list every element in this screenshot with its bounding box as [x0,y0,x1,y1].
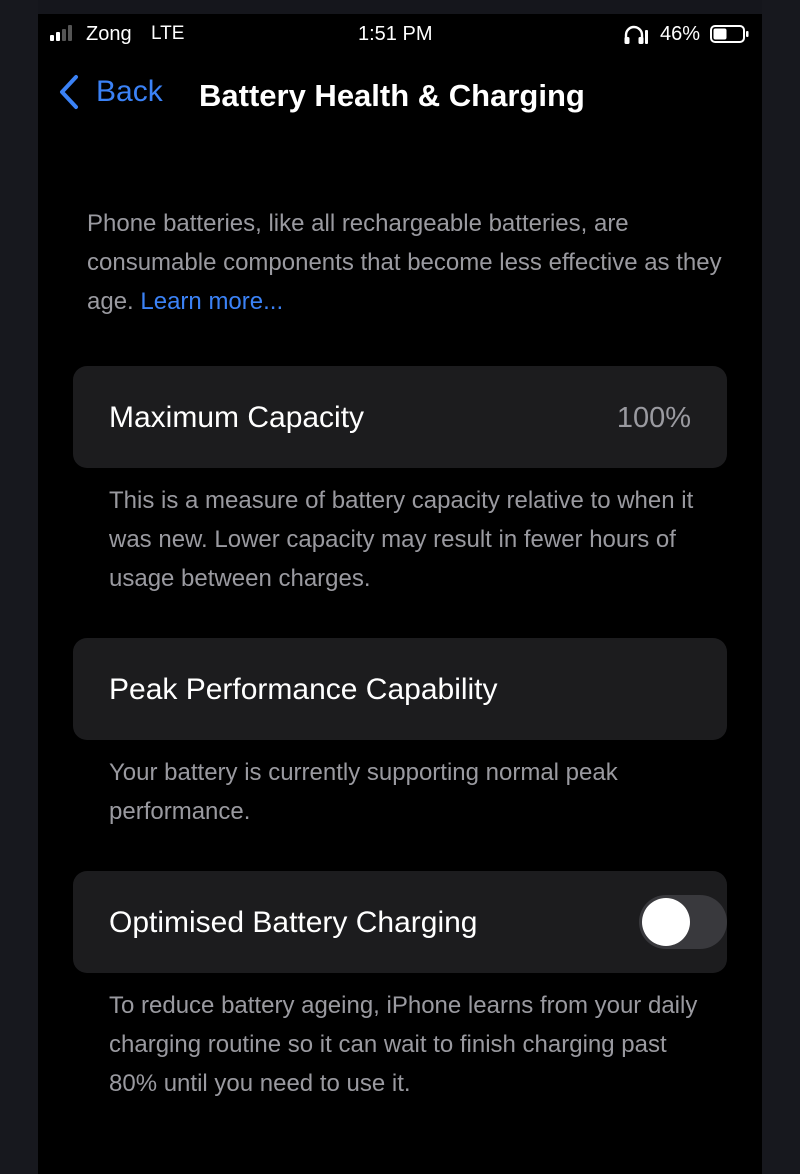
peak-performance-label: Peak Performance Capability [109,673,498,706]
optimised-charging-label: Optimised Battery Charging [109,906,478,939]
back-button-label: Back [96,75,163,108]
optimised-charging-toggle[interactable] [639,895,727,949]
page-title: Battery Health & Charging [199,78,585,113]
peak-performance-description: Your battery is currently supporting nor… [109,759,618,825]
battery-percentage: 46% [660,23,701,45]
headphone-icon [624,25,648,44]
status-bar: Zong LTE 1:51 PM 46% [38,14,762,56]
right-margin [762,0,800,1174]
battery-icon [710,25,749,43]
signal-icon [50,25,76,41]
learn-more-link[interactable]: Learn more... [140,288,283,315]
maximum-capacity-value: 100% [616,402,691,434]
optimised-charging-description: To reduce battery ageing, iPhone learns … [109,992,698,1097]
left-margin [0,0,38,1174]
navigation-bar: Back Battery Health & Charging [38,66,762,116]
carrier-name: Zong [86,23,132,45]
maximum-capacity-label: Maximum Capacity [109,401,365,434]
toggle-knob [642,898,690,946]
maximum-capacity-description: This is a measure of battery capacity re… [109,487,694,592]
peak-performance-row: Peak Performance Capability [73,638,727,740]
network-type: LTE [151,23,185,44]
maximum-capacity-row: Maximum Capacity 100% [73,366,727,468]
chevron-left-icon [60,75,78,109]
intro-text: Phone batteries, like all rechargeable b… [87,204,727,321]
settings-screen: Zong LTE 1:51 PM 46% Back Battery Health… [38,14,762,1174]
back-button[interactable]: Back [58,72,163,112]
optimised-charging-row: Optimised Battery Charging [73,871,727,973]
status-time: 1:51 PM [358,23,433,45]
